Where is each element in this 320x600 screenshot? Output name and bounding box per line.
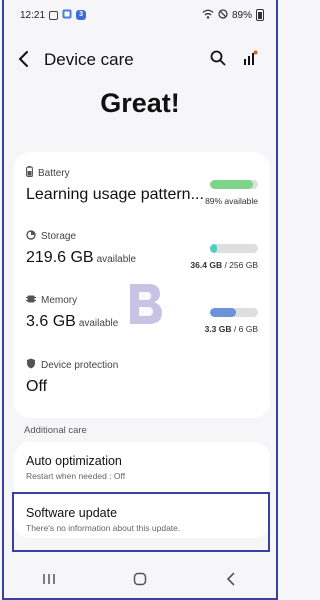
screen-frame: 12:21 3 89% Device care Great! Battery L… xyxy=(2,0,278,600)
battery-row[interactable]: Battery Learning usage pattern... 89% av… xyxy=(26,166,258,206)
back-arrow-icon[interactable] xyxy=(4,47,44,73)
storage-label: Storage xyxy=(41,231,77,242)
gallery-notification-icon xyxy=(49,10,59,20)
home-icon[interactable] xyxy=(120,572,160,586)
search-icon[interactable] xyxy=(210,50,226,71)
storage-meter xyxy=(210,244,258,253)
battery-percent: 89% xyxy=(231,9,252,21)
storage-used: 36.4 GB xyxy=(190,260,223,270)
wifi-icon xyxy=(202,9,214,22)
device-protection-label: Device protection xyxy=(41,359,119,371)
memory-unit: available xyxy=(78,318,119,329)
page-title: Device care xyxy=(44,50,134,69)
device-protection-row[interactable]: Device protection Off xyxy=(26,358,258,396)
battery-meter xyxy=(210,180,258,189)
status-time: 12:21 xyxy=(20,9,46,21)
navigation-bar xyxy=(4,565,276,593)
storage-total: / 256 GB xyxy=(222,260,258,270)
memory-total: / 6 GB xyxy=(231,324,258,334)
auto-optimization-title: Auto optimization xyxy=(26,454,122,468)
recents-icon[interactable] xyxy=(29,573,69,585)
status-headline: Great! xyxy=(100,88,180,118)
bar-chart-icon[interactable] xyxy=(242,50,258,71)
storage-meter-fill xyxy=(210,244,217,253)
device-protection-value: Off xyxy=(26,378,48,395)
app-notification-icon xyxy=(62,9,72,22)
memory-label: Memory xyxy=(41,295,78,306)
memory-chip-icon xyxy=(26,294,36,307)
memory-meter xyxy=(210,308,258,317)
additional-care-heading: Additional care xyxy=(24,425,87,436)
auto-optimization-item[interactable]: Auto optimization Restart when needed : … xyxy=(26,454,258,481)
memory-used: 3.3 GB xyxy=(204,324,232,334)
app-bar: Device care xyxy=(4,42,276,78)
battery-meter-fill xyxy=(210,180,253,189)
shield-icon xyxy=(26,358,36,372)
software-update-highlight xyxy=(12,492,270,552)
back-chevron-icon[interactable] xyxy=(211,572,251,586)
do-not-disturb-icon xyxy=(218,8,228,22)
battery-label: Battery xyxy=(38,167,70,179)
storage-row[interactable]: Storage 219.6 GB available 36.4 GB / 256 … xyxy=(26,230,258,270)
battery-note: 89% available xyxy=(205,196,258,206)
memory-meter-fill xyxy=(210,308,237,317)
watermark-logo xyxy=(122,278,168,328)
storage-icon xyxy=(26,230,36,243)
memory-value: 3.6 GB xyxy=(26,313,76,330)
storage-unit: available xyxy=(96,254,137,265)
battery-icon xyxy=(256,9,264,21)
auto-optimization-subtitle: Restart when needed : Off xyxy=(26,471,126,481)
status-bar: 12:21 3 89% xyxy=(4,0,276,30)
notification-badge-icon: 3 xyxy=(76,10,87,20)
storage-value: 219.6 GB xyxy=(26,249,94,266)
battery-icon-small xyxy=(26,166,33,180)
